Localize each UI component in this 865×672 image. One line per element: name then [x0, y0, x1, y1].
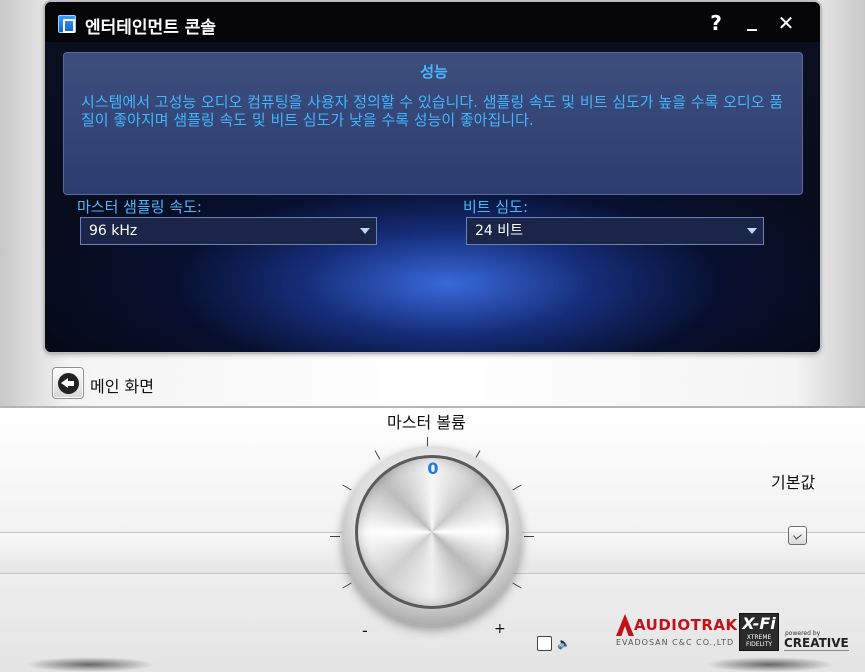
back-button[interactable] [52, 367, 84, 399]
foot-shadow [25, 657, 155, 672]
xfi-logo: X-Fi XTREME FIDELITY [739, 613, 779, 651]
console-window: 엔터테인먼트 콘솔 ? _ ✕ 성능 시스템에서 고성능 오디오 컴퓨팅을 사용… [45, 2, 820, 352]
master-volume-label: 마스터 볼륨 [387, 413, 466, 432]
back-label[interactable]: 메인 화면 [90, 373, 154, 397]
sample-rate-dropdown[interactable]: 96 kHz [80, 217, 377, 245]
sample-rate-value: 96 kHz [89, 223, 138, 239]
bit-depth-value: 24 비트 [475, 223, 524, 239]
volume-max-label: + [494, 621, 506, 637]
panel-heading: 성능 [420, 63, 448, 81]
creative-logo: CREATIVE [784, 636, 849, 651]
default-button[interactable] [788, 526, 807, 545]
volume-min-label: - [362, 621, 368, 640]
window-title: 엔터테인먼트 콘솔 [85, 18, 217, 38]
title-bar: 엔터테인먼트 콘솔 ? _ ✕ [45, 2, 820, 42]
close-button[interactable]: ✕ [774, 10, 798, 36]
default-label: 기본값 [771, 473, 816, 492]
foot-shadow [705, 657, 835, 672]
chevron-down-icon [360, 228, 370, 234]
chevron-down-icon [747, 228, 757, 234]
dial-tick [330, 536, 340, 537]
performance-panel: 성능 시스템에서 고성능 오디오 컴퓨팅을 사용자 정의할 수 있습니다. 샘플… [63, 52, 803, 195]
help-button[interactable]: ? [704, 10, 728, 36]
minimize-button[interactable]: _ [740, 6, 764, 32]
volume-dial[interactable] [355, 455, 509, 609]
panel-description: 시스템에서 고성능 오디오 컴퓨팅을 사용자 정의할 수 있습니다. 샘플링 속… [81, 93, 784, 129]
arrow-left-icon [58, 373, 79, 394]
xfi-logo-text: X-Fi [742, 614, 776, 633]
sample-rate-label: 마스터 샘플링 속도: [77, 198, 202, 216]
volume-value: 0 [427, 459, 439, 478]
dial-tick [524, 536, 534, 537]
audiotrak-logo-text: AUDIOTRAK [634, 616, 738, 634]
xfi-logo-subtitle: XTREME FIDELITY [745, 634, 773, 648]
app-icon [58, 15, 76, 33]
mute-checkbox[interactable] [537, 636, 552, 651]
speaker-icon: 🔈 [557, 637, 571, 650]
audiotrak-subtitle: EVADOSAN C&C CO.,LTD [616, 638, 735, 647]
bit-depth-label: 비트 심도: [463, 198, 529, 216]
bit-depth-dropdown[interactable]: 24 비트 [466, 217, 764, 245]
